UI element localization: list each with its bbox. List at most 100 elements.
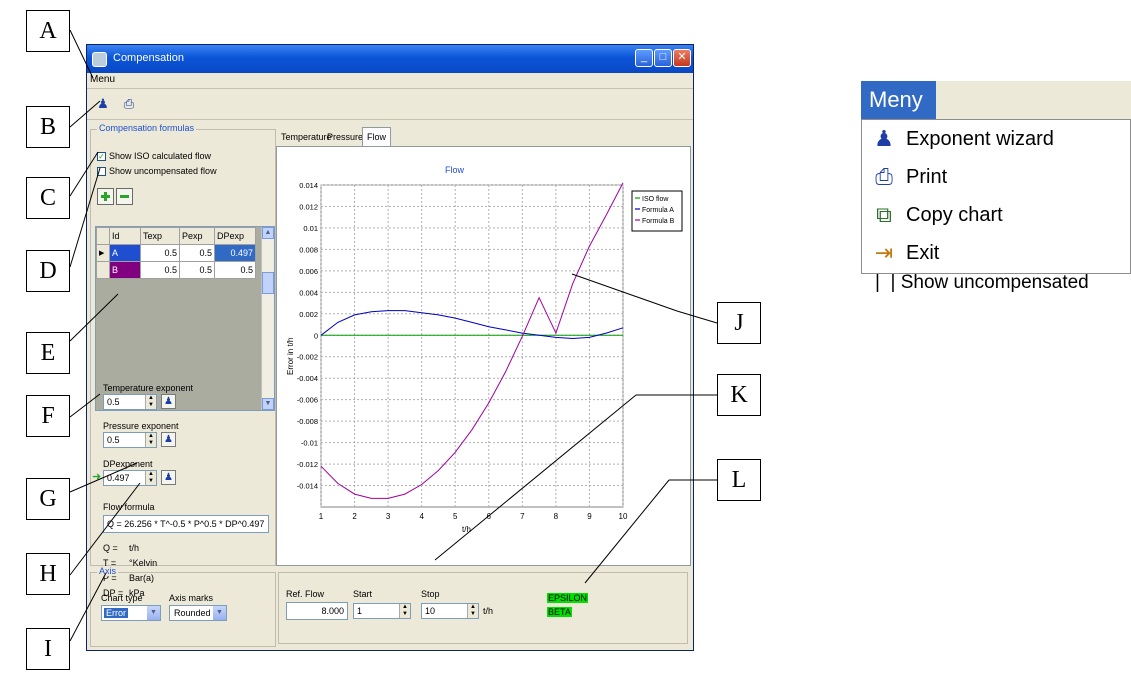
x-axis-label: t/h [462, 525, 471, 534]
toolbar: ♟ ⎙ [87, 89, 693, 120]
x-tick-label: 2 [352, 512, 357, 521]
minimize-button[interactable]: _ [635, 49, 653, 67]
table-row[interactable]: B 0.5 0.5 0.5 [96, 261, 256, 279]
x-tick-label: 7 [520, 512, 525, 521]
x-tick-label: 4 [419, 512, 424, 521]
unit-value: t/h [129, 543, 140, 553]
grid-cell[interactable]: 0.5 [140, 244, 180, 262]
ref-flow-field[interactable]: 8.000 [286, 602, 348, 620]
unit-value: °Kelvin [129, 558, 158, 568]
callout-d: D [26, 250, 70, 292]
print-icon[interactable]: ⎙ [121, 96, 137, 112]
plot-area [320, 184, 624, 508]
start-spinner[interactable]: 1 ▲ ▼ [353, 603, 411, 619]
stop-value: 10 [425, 606, 436, 616]
scroll-up-icon[interactable]: ▲ [262, 227, 274, 239]
menu-title[interactable]: Meny [861, 81, 936, 119]
grid-header: DPexp [214, 227, 256, 245]
x-tick-label: 3 [386, 512, 391, 521]
chevron-down-icon[interactable]: ▼ [213, 606, 226, 620]
grid-scrollbar[interactable]: ▲ ▼ [261, 227, 274, 410]
y-tick-label: 0.004 [299, 288, 318, 297]
arrow-right-icon: ➜ [92, 471, 102, 483]
y-tick-label: -0.014 [297, 482, 318, 491]
pressure-exponent-spinner[interactable]: 0.5 ▲ ▼ [103, 432, 157, 448]
show-uncompensated-checkbox[interactable] [97, 167, 106, 176]
menu-item-copy-chart[interactable]: ⧉ Copy chart [862, 196, 1131, 234]
beta-badge: BETA [547, 607, 572, 617]
app-icon [92, 52, 107, 67]
grid-header: Pexp [179, 227, 215, 245]
close-button[interactable]: ✕ [673, 49, 691, 67]
title-bar[interactable]: Compensation _ □ ✕ [87, 45, 693, 73]
callout-c: C [26, 177, 70, 219]
grid-cell[interactable]: 0.5 [214, 261, 256, 279]
exponent-wizard-icon[interactable]: ♟ [95, 96, 111, 112]
dp-exponent-spinner[interactable]: 0.497 ▲ ▼ [103, 470, 157, 486]
scroll-thumb[interactable] [262, 272, 274, 294]
spin-arrows-icon[interactable]: ▲ ▼ [399, 604, 410, 618]
x-tick-label: 8 [554, 512, 559, 521]
grid-cell-id[interactable]: B [109, 261, 141, 279]
menu-item-print[interactable]: ⎙ Print [862, 158, 1131, 196]
y-tick-label: 0.008 [299, 245, 318, 254]
temperature-exponent-label: Temperature exponent [103, 383, 194, 393]
menu-item-exit[interactable]: ⇥ Exit [862, 234, 1131, 272]
tab-flow[interactable]: Flow [362, 127, 392, 146]
grid-cell-id[interactable]: A [109, 244, 141, 262]
exit-icon: ⇥ [874, 240, 894, 265]
grid-cell[interactable]: 0.5 [140, 261, 180, 279]
grid-cell[interactable]: 0.5 [179, 261, 215, 279]
chart-type-label: Chart type [101, 593, 143, 603]
x-tick-label: 6 [487, 512, 492, 521]
x-tick-label: 1 [319, 512, 324, 521]
chart-type-value: Error [104, 608, 128, 618]
menu-item-exponent-wizard[interactable]: ♟ Exponent wizard [862, 120, 1131, 158]
y-tick-label: 0.01 [303, 224, 318, 233]
chevron-down-icon[interactable]: ▼ [147, 606, 160, 620]
menu-bar: Menu [87, 73, 693, 89]
flow-formula-field[interactable]: Q = 26.256 * T^-0.5 * P^0.5 * DP^0.497 [103, 515, 269, 533]
temperature-wizard-button[interactable]: ♟ [161, 394, 176, 409]
axis-marks-select[interactable]: Rounded ▼ [169, 605, 227, 621]
x-tick-label: 5 [453, 512, 458, 521]
spin-arrows-icon[interactable]: ▲ ▼ [145, 395, 156, 409]
table-row[interactable]: ▶ A 0.5 0.5 0.497 [96, 244, 256, 262]
flow-chart: Flow Error in t/h t/h 1 2 3 4 5 6 7 8 9 10 0.014 0.… [286, 165, 683, 534]
add-formula-button[interactable] [97, 188, 114, 205]
dp-wizard-button[interactable]: ♟ [161, 470, 176, 485]
menu-item-label: Exponent wizard [906, 128, 1054, 150]
callout-i: I [26, 628, 70, 670]
show-iso-checkbox[interactable]: ✓ [97, 152, 106, 161]
pressure-exponent-label: Pressure exponent [103, 421, 179, 431]
stop-spinner[interactable]: 10 ▲ ▼ [421, 603, 479, 619]
grid-cell[interactable]: 0.497 [214, 244, 256, 262]
remove-formula-button[interactable] [116, 188, 133, 205]
chart-type-select[interactable]: Error ▼ [101, 605, 161, 621]
spin-arrows-icon[interactable]: ▲ ▼ [145, 433, 156, 447]
copy-chart-icon: ⧉ [876, 202, 892, 227]
axis-group-label: Axis [97, 566, 119, 576]
y-tick-label: 0.002 [299, 310, 318, 319]
callout-l: L [717, 459, 761, 501]
callout-b: B [26, 106, 70, 148]
spin-arrows-icon[interactable]: ▲ ▼ [467, 604, 478, 618]
spin-arrows-icon[interactable]: ▲ ▼ [145, 471, 156, 485]
menu-item-menu[interactable]: Menu [90, 74, 115, 85]
temperature-exponent-value: 0.5 [107, 397, 120, 407]
start-label: Start [353, 589, 373, 599]
scroll-down-icon[interactable]: ▼ [262, 398, 274, 410]
grid-header: Texp [140, 227, 180, 245]
unit-symbol: Q = [103, 543, 118, 553]
show-uncompensated-label: Show uncompensated flow [109, 166, 217, 176]
menu-item-label: Exit [906, 242, 940, 264]
pressure-wizard-button[interactable]: ♟ [161, 432, 176, 447]
axis-marks-value: Rounded [174, 608, 211, 618]
range-group: Ref. Flow 8.000 Start 1 ▲ ▼ Stop 10 ▲ ▼ t/… [278, 572, 688, 644]
maximize-button[interactable]: □ [654, 49, 672, 67]
grid-cell[interactable]: 0.5 [179, 244, 215, 262]
callout-f: F [26, 395, 70, 437]
axis-group: Axis Chart type Error ▼ Axis marks Round… [90, 566, 276, 647]
temperature-exponent-spinner[interactable]: 0.5 ▲ ▼ [103, 394, 157, 410]
y-tick-label: -0.004 [297, 374, 318, 383]
